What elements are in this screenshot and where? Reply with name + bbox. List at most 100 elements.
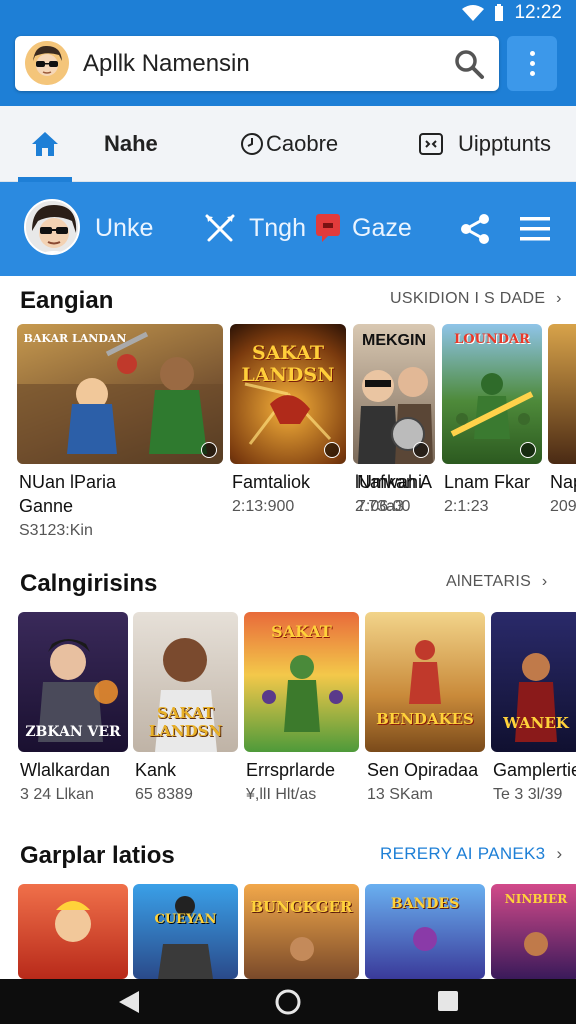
game-art-title: BUNGKGER — [250, 898, 353, 916]
verified-badge-icon — [324, 442, 340, 458]
tab-home[interactable]: Nahe — [30, 106, 158, 182]
game-title: Errsprlarde — [246, 760, 336, 780]
home-icon — [32, 132, 58, 156]
section-see-all-link[interactable]: RERERY AI PANEK3 › — [380, 844, 562, 864]
game-title: Nap — [550, 472, 576, 492]
game-art-title: WANEK — [503, 714, 569, 732]
wifi-icon — [462, 5, 485, 21]
tab-label: Nahe — [104, 131, 158, 156]
game-thumbnail[interactable]: BENDAKES — [365, 612, 485, 752]
game-art-title: BAKAR LANDAN — [23, 332, 127, 345]
game-meta: S3123:Kin — [19, 522, 93, 539]
game-art-title: CUEYAN — [154, 912, 217, 927]
game-title: NUan lParia — [19, 472, 117, 492]
tab-label: Uipptunts — [458, 131, 551, 156]
game-thumbnail[interactable]: SAKAT LANDSN — [133, 612, 238, 752]
chevron-right-icon: › — [556, 844, 563, 863]
game-meta: ¥,llI Hlt/as — [246, 786, 317, 803]
game-meta: 13 SKam — [367, 786, 433, 803]
avatar[interactable] — [24, 199, 80, 255]
link-label: AlNETARIS — [446, 573, 532, 590]
game-controller-icon — [419, 133, 443, 155]
game-meta: Te 3 3l/39 — [493, 786, 563, 803]
search-input[interactable]: Apllk Namensin — [83, 50, 250, 78]
game-thumbnail[interactable] — [18, 884, 128, 979]
more-menu-button[interactable] — [507, 36, 557, 91]
swords-icon[interactable] — [203, 212, 237, 246]
recent-apps-icon[interactable] — [437, 990, 459, 1012]
section-title: Eangian — [20, 287, 114, 314]
game-icon[interactable] — [314, 212, 342, 244]
link-label: RERERY AI PANEK3 — [380, 844, 546, 863]
clock-icon — [241, 133, 263, 155]
game-thumbnail[interactable]: LOUNDAR — [442, 324, 542, 464]
game-title: Famtaliok — [232, 472, 311, 492]
section-see-all-link[interactable]: USKIDION I S DADE › — [390, 290, 562, 308]
back-icon[interactable] — [117, 989, 141, 1015]
game-meta: 2:13:900 — [232, 498, 295, 515]
game-title-line2: Ganne — [19, 496, 74, 516]
tab-label: Caobre — [266, 131, 339, 156]
game-thumbnail[interactable]: BUNGKGER — [244, 884, 359, 979]
status-time: 12:22 — [514, 2, 562, 23]
status-icons: 12:22 — [462, 2, 562, 24]
game-art-title: SAKAT LANDSN — [241, 342, 335, 386]
game-title: Sen Opiradaa — [367, 760, 479, 780]
tab-bar: Nahe Caobre Uipptunts — [0, 106, 576, 182]
game-art-title: SAKAT — [271, 622, 332, 641]
dot-icon — [529, 51, 535, 56]
battery-icon — [495, 4, 504, 21]
status-bar: 12:22 — [0, 0, 576, 24]
game-thumbnail[interactable]: WANEK — [491, 612, 576, 752]
game-art-title: SAKAT LANDSN — [148, 704, 223, 740]
game-art-title: LOUNDAR — [454, 332, 530, 347]
home-circle-icon[interactable] — [274, 988, 302, 1016]
game-meta: 65 8389 — [135, 786, 193, 803]
game-thumbnail[interactable]: SAKAT — [244, 612, 359, 752]
verified-badge-icon — [201, 442, 217, 458]
tab-browse[interactable]: Caobre — [240, 106, 338, 182]
game-thumbnail[interactable] — [548, 324, 576, 464]
action-label-unke[interactable]: Unke — [95, 214, 153, 243]
section-title: Garplar latios — [20, 842, 175, 869]
game-thumbnail[interactable]: ZBKAN VER — [18, 612, 128, 752]
game-title: Lnam Fkar — [444, 472, 531, 492]
game-art-title: BENDAKES — [376, 710, 474, 728]
verified-badge-icon — [520, 442, 536, 458]
system-nav-bar — [0, 979, 576, 1024]
search-box[interactable]: Apllk Namensin — [15, 36, 499, 91]
game-meta: 2:1:23 — [444, 498, 489, 515]
game-thumbnail[interactable]: BANDES — [365, 884, 485, 979]
hamburger-menu-icon[interactable] — [520, 217, 550, 241]
game-title: Wlalkardan — [20, 760, 111, 780]
game-thumbnail[interactable]: MEKGIN — [353, 324, 435, 464]
search-icon[interactable] — [453, 48, 485, 80]
game-art-title: NINBIER — [504, 892, 568, 906]
verified-badge-icon — [413, 442, 429, 458]
game-thumbnail[interactable]: SAKAT LANDSN — [230, 324, 346, 464]
game-art-title: MEKGIN — [362, 332, 426, 349]
game-thumbnail[interactable]: NINBIER — [491, 884, 576, 979]
game-title: Nafwahi — [357, 472, 423, 492]
section-title: Calngirisins — [20, 570, 158, 597]
share-icon[interactable] — [458, 212, 492, 246]
tab-updates[interactable]: Uipptunts — [418, 106, 551, 182]
game-thumbnail[interactable]: CUEYAN — [133, 884, 238, 979]
game-thumbnail[interactable]: BAKAR LANDAN — [17, 324, 223, 464]
game-meta: 7:06:00 — [357, 498, 411, 515]
link-label: USKIDION I S DADE — [390, 290, 546, 307]
chevron-right-icon: › — [541, 573, 548, 590]
avatar[interactable] — [25, 41, 69, 85]
game-art-title: BANDES — [390, 896, 460, 912]
game-meta: 3 24 Llkan — [20, 786, 94, 803]
action-label-gaze[interactable]: Gaze — [352, 214, 412, 243]
game-art-title: ZBKAN VER — [25, 724, 121, 740]
chevron-right-icon: › — [556, 290, 562, 307]
game-title: Gamplertie — [493, 760, 576, 780]
section-see-all-link[interactable]: AlNETARIS › — [446, 573, 547, 591]
action-label-tngh[interactable]: Tngh — [249, 214, 306, 243]
dot-icon — [529, 61, 535, 66]
game-title: Kank — [135, 760, 177, 780]
game-meta: 209 — [550, 498, 576, 515]
dot-icon — [529, 71, 535, 76]
